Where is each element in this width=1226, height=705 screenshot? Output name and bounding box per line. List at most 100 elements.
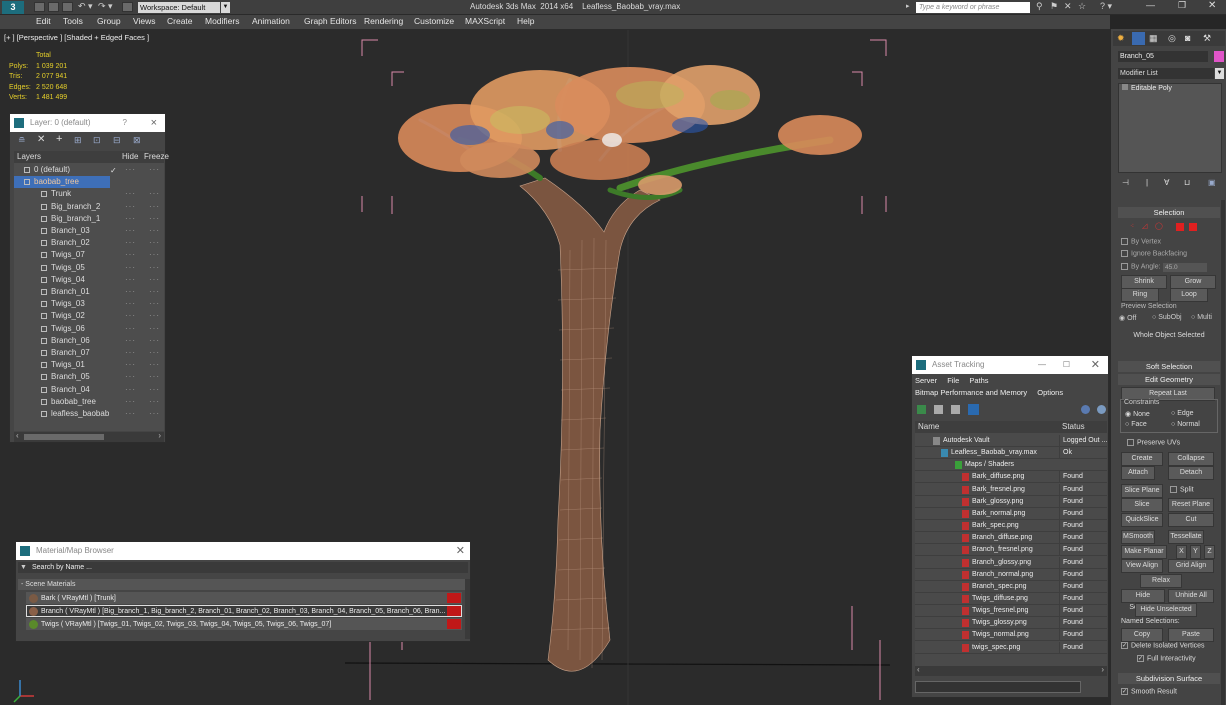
preserve-uvs-checkbox[interactable]: Preserve UVs bbox=[1127, 439, 1180, 446]
make-planar-z-button[interactable]: Z bbox=[1204, 545, 1215, 559]
hide-all-layers-icon[interactable]: ⊠ bbox=[133, 135, 141, 146]
asset-row[interactable]: Branch_spec.png Found bbox=[915, 580, 1107, 593]
slice-button[interactable]: Slice bbox=[1121, 498, 1163, 512]
make-planar-button[interactable]: Make Planar bbox=[1121, 545, 1167, 559]
layer-freeze-toggle[interactable]: ··· bbox=[149, 298, 160, 310]
layer-row[interactable]: Twigs_03 ··· ··· bbox=[14, 298, 164, 310]
element-mode-icon[interactable] bbox=[1189, 223, 1197, 231]
layer-freeze-toggle[interactable]: ··· bbox=[149, 286, 160, 298]
select-objects-icon[interactable]: ⊡ bbox=[93, 135, 101, 146]
workspace-dropdown[interactable]: Workspace: Default bbox=[138, 2, 220, 13]
ring-button[interactable]: Ring bbox=[1121, 288, 1159, 302]
reset-plane-button[interactable]: Reset Plane bbox=[1168, 498, 1214, 512]
list-view-icon[interactable] bbox=[934, 405, 943, 414]
layer-row[interactable]: Twigs_01 ··· ··· bbox=[14, 359, 164, 371]
add-to-layer-icon[interactable]: ⊞ bbox=[74, 135, 82, 146]
save-file-icon[interactable] bbox=[62, 2, 73, 12]
undo-icon[interactable]: ↶ ▾ bbox=[78, 1, 93, 12]
menu-customize[interactable]: Customize bbox=[414, 16, 454, 26]
layer-hide-toggle[interactable]: ··· bbox=[125, 213, 136, 225]
material-item[interactable]: Branch ( VRayMtl ) [Big_branch_1, Big_br… bbox=[26, 605, 462, 617]
layer-hide-toggle[interactable]: ··· bbox=[125, 347, 136, 359]
layer-row[interactable]: Branch_04 ··· ··· bbox=[14, 384, 164, 396]
info-asset-icon[interactable] bbox=[1097, 405, 1106, 414]
soft-selection-rollout-header[interactable]: Soft Selection bbox=[1118, 361, 1220, 372]
full-interactivity-checkbox[interactable]: ✓ Full Interactivity bbox=[1137, 655, 1196, 662]
collapse-button[interactable]: Collapse bbox=[1168, 452, 1214, 466]
highlight-layer-icon[interactable]: ⊟ bbox=[113, 135, 121, 146]
asset-row[interactable]: Branch_glossy.png Found bbox=[915, 556, 1107, 569]
angle-spinner[interactable]: 45.0 bbox=[1163, 263, 1207, 272]
by-angle-checkbox[interactable]: By Angle: bbox=[1121, 263, 1161, 270]
layer-hide-toggle[interactable]: ··· bbox=[125, 249, 136, 261]
layer-help-button[interactable]: ? bbox=[123, 114, 127, 132]
menu-group[interactable]: Group bbox=[97, 16, 121, 26]
detach-button[interactable]: Detach bbox=[1168, 466, 1214, 480]
layer-hide-toggle[interactable]: ··· bbox=[125, 188, 136, 200]
redo-icon[interactable]: ↷ ▾ bbox=[98, 1, 113, 12]
layer-hide-toggle[interactable]: ··· bbox=[125, 201, 136, 213]
asset-menu-bitmap-performance[interactable]: Bitmap Performance and Memory bbox=[915, 388, 1027, 397]
help-icon[interactable]: ? ▾ bbox=[1100, 1, 1112, 12]
layer-hide-toggle[interactable]: ··· bbox=[125, 286, 136, 298]
asset-row[interactable]: Bark_diffuse.png Found bbox=[915, 471, 1107, 484]
paste-button[interactable]: Paste bbox=[1168, 628, 1214, 642]
configure-sets-icon[interactable]: ▣ bbox=[1208, 178, 1216, 187]
modifier-list-dropdown[interactable]: Modifier List bbox=[1118, 68, 1214, 79]
scroll-left-icon[interactable]: ‹ bbox=[16, 431, 19, 440]
asset-row[interactable]: twigs_spec.png Found bbox=[915, 641, 1107, 654]
slice-plane-button[interactable]: Slice Plane bbox=[1121, 484, 1163, 498]
layer-hide-toggle[interactable]: ··· bbox=[125, 396, 136, 408]
communication-icon[interactable]: ✕ bbox=[1064, 1, 1072, 12]
asset-row[interactable]: Autodesk Vault Logged Out ... bbox=[915, 435, 1107, 447]
msmooth-button[interactable]: MSmooth bbox=[1121, 530, 1155, 544]
copy-button[interactable]: Copy bbox=[1121, 628, 1163, 642]
asset-menu-options[interactable]: Options bbox=[1037, 388, 1063, 397]
layer-row[interactable]: Branch_06 ··· ··· bbox=[14, 335, 164, 347]
menu-help[interactable]: Help bbox=[517, 16, 534, 26]
asset-menu-file[interactable]: File bbox=[947, 376, 959, 385]
grid-align-button[interactable]: Grid Align bbox=[1168, 559, 1214, 573]
layer-row[interactable]: Twigs_07 ··· ··· bbox=[14, 249, 164, 261]
subdivision-rollout-header[interactable]: Subdivision Surface bbox=[1118, 673, 1220, 684]
layer-hide-toggle[interactable]: ··· bbox=[125, 408, 136, 420]
layer-row[interactable]: Twigs_06 ··· ··· bbox=[14, 323, 164, 335]
col-name[interactable]: Name bbox=[918, 421, 939, 433]
delete-layer-icon[interactable]: ✕ bbox=[37, 134, 45, 145]
layer-freeze-toggle[interactable]: ··· bbox=[149, 384, 160, 396]
menu-animation[interactable]: Animation bbox=[252, 16, 290, 26]
delete-isolated-checkbox[interactable]: ✓ Delete Isolated Vertices bbox=[1121, 642, 1205, 649]
layer-freeze-toggle[interactable]: ··· bbox=[149, 237, 160, 249]
layer-row[interactable]: Trunk ··· ··· bbox=[14, 188, 164, 200]
edit-geometry-rollout-header[interactable]: Edit Geometry bbox=[1118, 374, 1220, 385]
layer-row[interactable]: leafless_baobab ··· ··· bbox=[14, 408, 164, 420]
col-freeze[interactable]: Freeze bbox=[144, 151, 169, 163]
project-folder-icon[interactable] bbox=[122, 2, 133, 12]
view-align-button[interactable]: View Align bbox=[1121, 559, 1163, 573]
layer-hide-toggle[interactable]: ··· bbox=[125, 359, 136, 371]
asset-minimize-icon[interactable]: — bbox=[1038, 356, 1046, 374]
layer-hide-toggle[interactable]: ··· bbox=[125, 323, 136, 335]
asset-row[interactable]: Twigs_diffuse.png Found bbox=[915, 592, 1107, 605]
layer-freeze-toggle[interactable]: ··· bbox=[149, 371, 160, 383]
layer-hide-toggle[interactable]: ··· bbox=[125, 371, 136, 383]
help-asset-icon[interactable] bbox=[1081, 405, 1090, 414]
layer-hide-toggle[interactable]: ··· bbox=[125, 384, 136, 396]
polygon-mode-icon[interactable] bbox=[1176, 223, 1184, 231]
hide-selected-button[interactable]: Hide Selected bbox=[1121, 589, 1165, 611]
create-tab-icon[interactable]: ✹ bbox=[1117, 33, 1125, 44]
material-browser-close-button[interactable]: ✕ bbox=[456, 542, 465, 560]
unhide-all-button[interactable]: Unhide All bbox=[1168, 589, 1214, 603]
open-file-icon[interactable] bbox=[48, 2, 59, 12]
col-status[interactable]: Status bbox=[1062, 421, 1085, 433]
scroll-right-icon[interactable]: › bbox=[158, 431, 161, 440]
asset-row[interactable]: Twigs_normal.png Found bbox=[915, 629, 1107, 642]
constraint-face-radio[interactable]: ○ Face bbox=[1125, 421, 1147, 428]
material-search-input[interactable]: ▼ Search by Name ... bbox=[18, 562, 468, 573]
menu-rendering[interactable]: Rendering bbox=[364, 16, 403, 26]
menu-graph-editors[interactable]: Graph Editors bbox=[304, 16, 356, 26]
layer-freeze-toggle[interactable]: ··· bbox=[149, 274, 160, 286]
menu-maxscript[interactable]: MAXScript bbox=[465, 16, 505, 26]
asset-menu-server[interactable]: Server bbox=[915, 376, 937, 385]
asset-row[interactable]: Bark_fresnel.png Found bbox=[915, 483, 1107, 496]
